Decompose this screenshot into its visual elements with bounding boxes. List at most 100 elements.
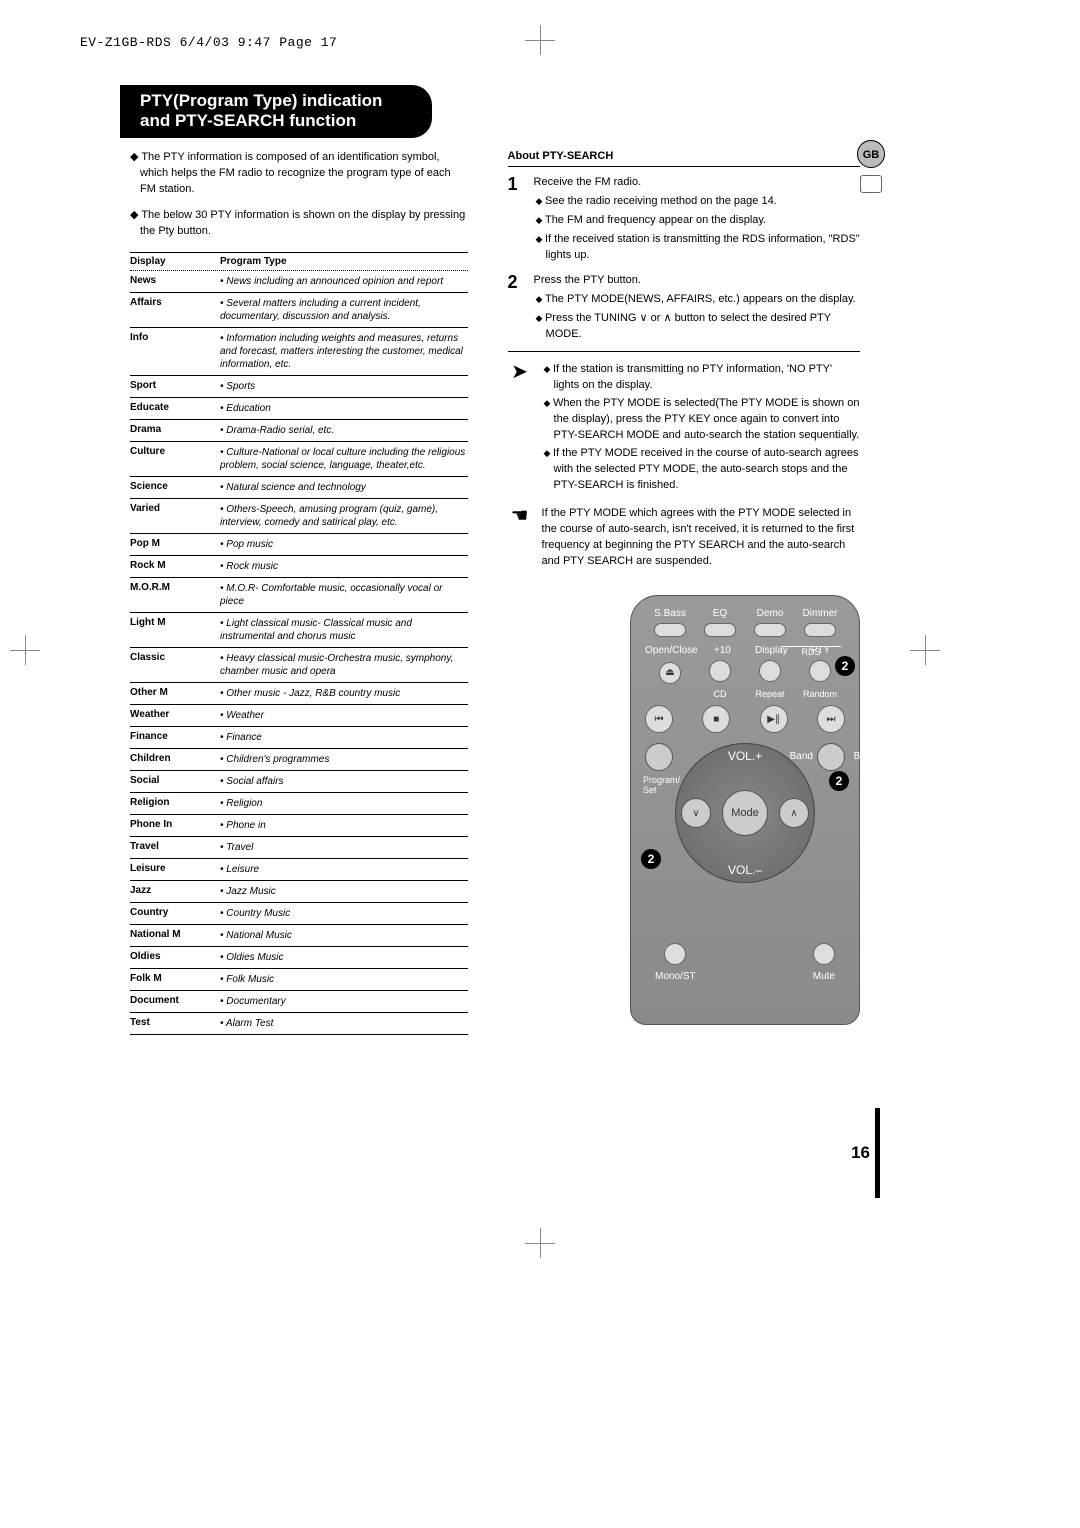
cell-program-type: Natural science and technology (220, 481, 468, 494)
note-arrow: ➤ If the station is transmitting no PTY … (508, 362, 860, 496)
left-column: The PTY information is composed of an id… (130, 150, 468, 1035)
table-row: LeisureLeisure (130, 859, 468, 881)
callout-badge-band: 2 (829, 771, 849, 791)
device-icon (860, 175, 882, 193)
tune-down-button[interactable]: ∨ (681, 798, 711, 828)
mode-button[interactable]: Mode (722, 790, 768, 836)
step-body: Receive the FM radio. See the radio rece… (534, 175, 860, 267)
play-button[interactable]: ▶∥ (760, 705, 788, 733)
cell-display: National M (130, 929, 220, 940)
lbl-volup: VOL.+ (728, 749, 762, 763)
cell-display: Culture (130, 446, 220, 457)
table-row: TestAlarm Test (130, 1013, 468, 1035)
rds-bracket: RDS (781, 646, 841, 657)
step-text: Press the PTY button. (534, 273, 860, 289)
print-header: EV-Z1GB-RDS 6/4/03 9:47 Page 17 (80, 35, 337, 50)
prev-button[interactable]: ⏮ (645, 705, 673, 733)
table-row: NewsNews including an announced opinion … (130, 271, 468, 293)
cell-program-type: Education (220, 402, 468, 415)
mute-button[interactable] (813, 943, 835, 965)
table-row: Folk MFolk Music (130, 969, 468, 991)
table-row: Rock MRock music (130, 556, 468, 578)
arrow-icon: ➤ (508, 362, 532, 496)
cell-display: News (130, 275, 220, 286)
stop-button[interactable]: ■ (702, 705, 730, 733)
lbl-demo: Demo (745, 608, 795, 619)
remote-cd-row: ⏮ ■ ▶∥ ⏭ (645, 705, 845, 733)
language-tab: GB (857, 140, 885, 168)
cell-display: Leisure (130, 863, 220, 874)
callout-badge-tune: 2 (641, 849, 661, 869)
table-row: Other MOther music - Jazz, R&B country m… (130, 683, 468, 705)
note-body: If the station is transmitting no PTY in… (542, 362, 860, 496)
openclose-button[interactable]: ⏏ (659, 662, 681, 684)
tune-up-button[interactable]: ∧ (779, 798, 809, 828)
cell-display: Country (130, 907, 220, 918)
th-program-type: Program Type (220, 256, 468, 267)
cell-program-type: News including an announced opinion and … (220, 275, 468, 288)
next-button[interactable]: ⏭ (817, 705, 845, 733)
cell-display: Varied (130, 503, 220, 514)
note-sub: If the PTY MODE received in the course o… (542, 446, 860, 494)
table-row: CountryCountry Music (130, 903, 468, 925)
cell-program-type: Jazz Music (220, 885, 468, 898)
cell-display: M.O.R.M (130, 582, 220, 593)
step-sub: If the received station is transmitting … (534, 232, 860, 264)
cell-program-type: Heavy classical music-Orchestra music, s… (220, 652, 468, 678)
step-body: Press the PTY button. The PTY MODE(NEWS,… (534, 273, 860, 346)
display-button[interactable] (759, 660, 781, 682)
cell-program-type: National Music (220, 929, 468, 942)
cell-display: Religion (130, 797, 220, 808)
cell-program-type: Drama-Radio serial, etc. (220, 424, 468, 437)
section-title: PTY(Program Type) indication and PTY-SEA… (120, 85, 432, 138)
program-button[interactable] (645, 743, 673, 771)
cell-program-type: Travel (220, 841, 468, 854)
cell-display: Test (130, 1017, 220, 1028)
cell-program-type: Weather (220, 709, 468, 722)
crop-mark-right (910, 635, 940, 665)
mono-button[interactable] (664, 943, 686, 965)
cell-program-type: Religion (220, 797, 468, 810)
step-number: 1 (508, 175, 524, 267)
table-row: ReligionReligion (130, 793, 468, 815)
remote-bottom-row: Mono/ST Mute (645, 943, 845, 982)
cell-display: Children (130, 753, 220, 764)
intro-paragraphs: The PTY information is composed of an id… (130, 150, 468, 240)
callout-badge-pty: 2 (835, 656, 855, 676)
cell-display: Affairs (130, 297, 220, 308)
table-row: InfoInformation including weights and me… (130, 328, 468, 376)
crop-mark-top (525, 25, 555, 55)
cell-program-type: Leisure (220, 863, 468, 876)
sbass-button[interactable] (654, 623, 686, 637)
demo-button[interactable] (754, 623, 786, 637)
cell-display: Educate (130, 402, 220, 413)
table-row: VariedOthers-Speech, amusing program (qu… (130, 499, 468, 534)
step-sub: Press the TUNING ∨ or ∧ button to select… (534, 311, 860, 343)
cell-display: Other M (130, 687, 220, 698)
note-sub: If the station is transmitting no PTY in… (542, 362, 860, 394)
crop-mark-left (10, 635, 40, 665)
table-row: CultureCulture-National or local culture… (130, 442, 468, 477)
cell-program-type: Documentary (220, 995, 468, 1008)
th-display: Display (130, 256, 220, 267)
band-button[interactable] (817, 743, 845, 771)
table-row: SportSports (130, 376, 468, 398)
pty-button[interactable] (809, 660, 831, 682)
plus10-button[interactable] (709, 660, 731, 682)
lbl-openclose: Open/Close (645, 645, 698, 656)
remote-row-1-labels: S.Bass EQ Demo Dimmer (645, 608, 845, 619)
eq-button[interactable] (704, 623, 736, 637)
step-text: Receive the FM radio. (534, 175, 860, 191)
table-row: Pop MPop music (130, 534, 468, 556)
page-number: 16 (851, 1143, 870, 1163)
lbl-mono: Mono/ST (655, 971, 696, 982)
cell-display: Oldies (130, 951, 220, 962)
table-row: JazzJazz Music (130, 881, 468, 903)
dimmer-button[interactable] (804, 623, 836, 637)
note-body: If the PTY MODE which agrees with the PT… (542, 506, 860, 570)
cell-display: Folk M (130, 973, 220, 984)
cell-program-type: Several matters including a current inci… (220, 297, 468, 323)
cell-program-type: Country Music (220, 907, 468, 920)
hand-icon: ☚ (508, 506, 532, 570)
lbl-voldown: VOL.– (728, 863, 762, 877)
